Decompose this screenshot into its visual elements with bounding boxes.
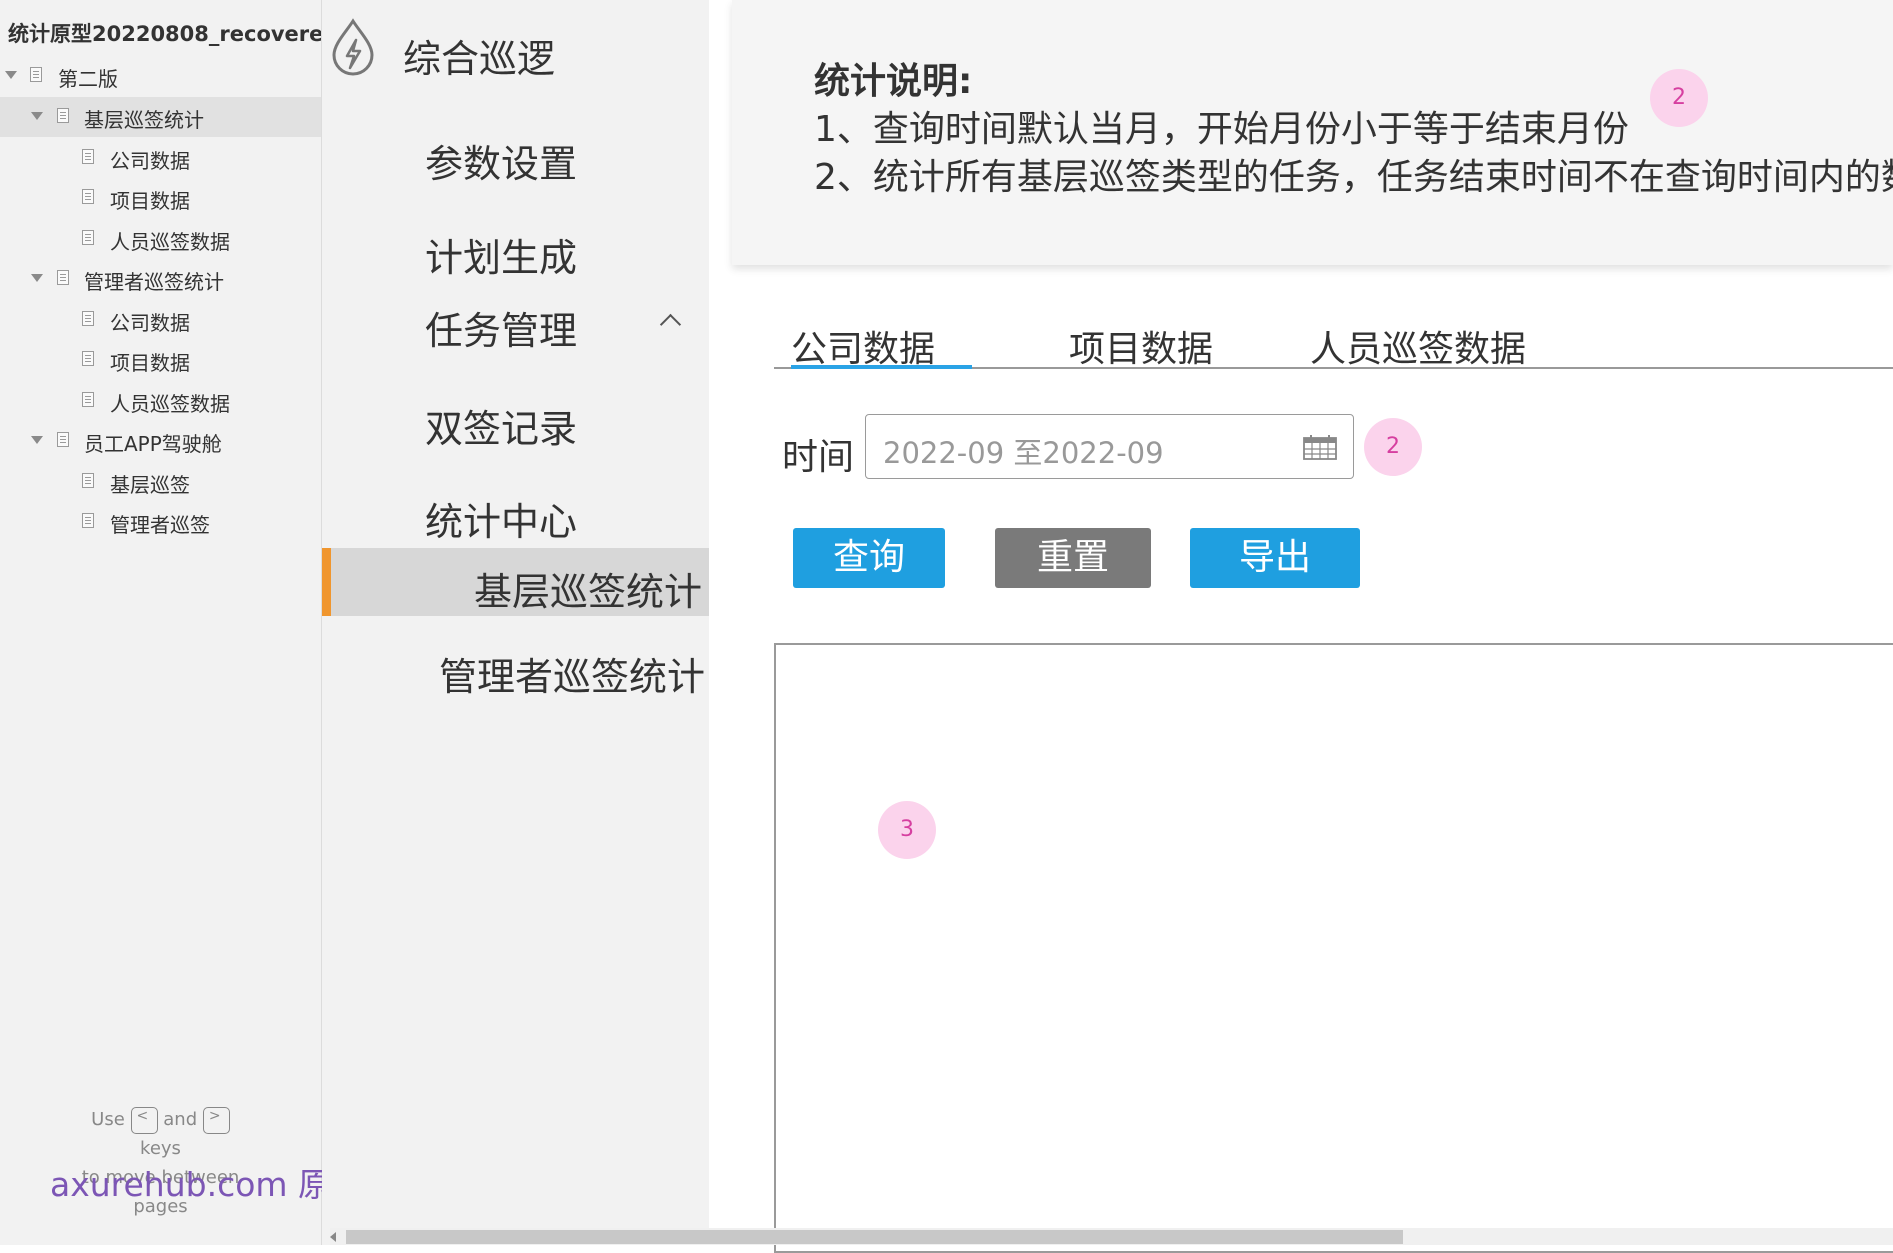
prev-key-icon: < <box>130 1106 158 1134</box>
date-range-value: 2022-09 至2022-09 <box>883 436 1164 470</box>
tree-node-label: 基层巡签 <box>110 473 190 497</box>
tab-project-data[interactable]: 项目数据 <box>1069 320 1213 372</box>
annotation-badge: 2 <box>1650 69 1708 127</box>
expand-arrow-icon[interactable] <box>5 71 17 79</box>
page-icon <box>82 513 94 528</box>
tree-node-folder[interactable]: 管理者巡签统计 <box>0 259 321 299</box>
nav-item-plan-generation[interactable]: 计划生成 <box>425 227 577 282</box>
tab-personnel-patrol-data[interactable]: 人员巡签数据 <box>1310 320 1526 372</box>
tree-node-page[interactable]: 项目数据 <box>0 340 321 380</box>
chevron-up-icon[interactable] <box>659 313 682 336</box>
page-icon <box>82 311 94 326</box>
next-key-icon: > <box>202 1106 230 1134</box>
page-icon <box>82 473 94 488</box>
tree-node-label: 项目数据 <box>110 351 190 375</box>
tree-node-page[interactable]: 公司数据 <box>0 300 321 340</box>
nav-item-statistics-center[interactable]: 统计中心 <box>425 491 577 546</box>
date-range-input[interactable]: 2022-09 至2022-09 <box>865 414 1354 479</box>
calendar-icon[interactable] <box>1303 434 1337 460</box>
page-icon <box>82 351 94 366</box>
app-title: 综合巡逻 <box>403 37 556 81</box>
help-text: Use <box>91 1109 125 1130</box>
active-tab-indicator <box>791 365 972 369</box>
page-icon <box>82 230 94 245</box>
expand-arrow-icon[interactable] <box>31 274 43 282</box>
tree-node-label: 人员巡签数据 <box>110 392 230 416</box>
tree-node-label: 公司数据 <box>110 311 190 335</box>
page-icon <box>57 108 69 123</box>
tree-node-label: 员工APP驾驶舱 <box>84 432 222 456</box>
lightning-drop-icon <box>332 18 374 76</box>
annotation-badge: 3 <box>878 801 936 859</box>
nav-item-grassroots-stats[interactable]: 基层巡签统计 <box>322 548 709 616</box>
page-icon <box>30 67 42 82</box>
tree-node-label: 基层巡签统计 <box>84 108 204 132</box>
annotation-badge: 2 <box>1364 418 1422 476</box>
tree-node-selected[interactable]: 基层巡签统计 <box>0 97 321 137</box>
page-icon <box>82 149 94 164</box>
tree-node-page[interactable]: 人员巡签数据 <box>0 219 321 259</box>
notes-heading: 统计说明: <box>814 61 973 102</box>
help-text: and <box>163 1109 198 1130</box>
expand-arrow-icon[interactable] <box>31 436 43 444</box>
project-title: 统计原型20220808_recovered <box>8 22 322 46</box>
results-area: 3 <box>774 643 1893 1253</box>
scrollbar-thumb[interactable] <box>346 1230 1403 1244</box>
notes-line: 2、统计所有基层巡签类型的任务，任务结束时间不在查询时间内的数 <box>814 157 1893 198</box>
time-label: 时间 <box>782 437 855 478</box>
page-icon <box>57 270 69 285</box>
nav-item-parameter-settings[interactable]: 参数设置 <box>425 133 577 188</box>
tree-node-page[interactable]: 人员巡签数据 <box>0 381 321 421</box>
reset-button[interactable]: 重置 <box>995 528 1151 588</box>
expand-arrow-icon[interactable] <box>31 112 43 120</box>
tree-node-page[interactable]: 项目数据 <box>0 178 321 218</box>
query-button[interactable]: 查询 <box>793 528 945 588</box>
nav-item-dual-sign-records[interactable]: 双签记录 <box>425 398 577 453</box>
app-nav-menu: 综合巡逻 参数设置 计划生成 任务管理 双签记录 统计中心 基层巡签统计 管理者… <box>322 0 709 1245</box>
nav-item-label: 基层巡签统计 <box>474 570 703 614</box>
nav-item-manager-stats[interactable]: 管理者巡签统计 <box>439 646 705 701</box>
notes-line: 1、查询时间默认当月，开始月份小于等于结束月份 <box>814 109 1629 150</box>
tree-node-label: 公司数据 <box>110 149 190 173</box>
tree-node-folder[interactable]: 第二版 <box>0 56 321 96</box>
horizontal-scrollbar[interactable] <box>330 1228 1893 1245</box>
tree-node-label: 管理者巡签统计 <box>84 270 224 294</box>
statistics-notes-panel: 统计说明: 1、查询时间默认当月，开始月份小于等于结束月份 2、统计所有基层巡签… <box>732 0 1893 265</box>
active-indicator <box>322 548 331 616</box>
tree-node-folder[interactable]: 员工APP驾驶舱 <box>0 421 321 461</box>
export-button[interactable]: 导出 <box>1190 528 1360 588</box>
tree-node-page[interactable]: 基层巡签 <box>0 462 321 502</box>
tree-node-page[interactable]: 公司数据 <box>0 138 321 178</box>
page-icon <box>82 189 94 204</box>
page-icon <box>57 432 69 447</box>
tree-node-label: 人员巡签数据 <box>110 230 230 254</box>
tree-node-label: 第二版 <box>58 67 118 91</box>
scroll-left-icon[interactable] <box>330 1232 336 1242</box>
page-icon <box>82 392 94 407</box>
tree-node-page[interactable]: 管理者巡签 <box>0 502 321 542</box>
tree-node-label: 管理者巡签 <box>110 513 210 537</box>
tree-node-label: 项目数据 <box>110 189 190 213</box>
nav-item-task-management[interactable]: 任务管理 <box>425 300 577 355</box>
page-tree-panel: 统计原型20220808_recovered 第二版 基层巡签统计 公司数据 项… <box>0 0 322 1245</box>
